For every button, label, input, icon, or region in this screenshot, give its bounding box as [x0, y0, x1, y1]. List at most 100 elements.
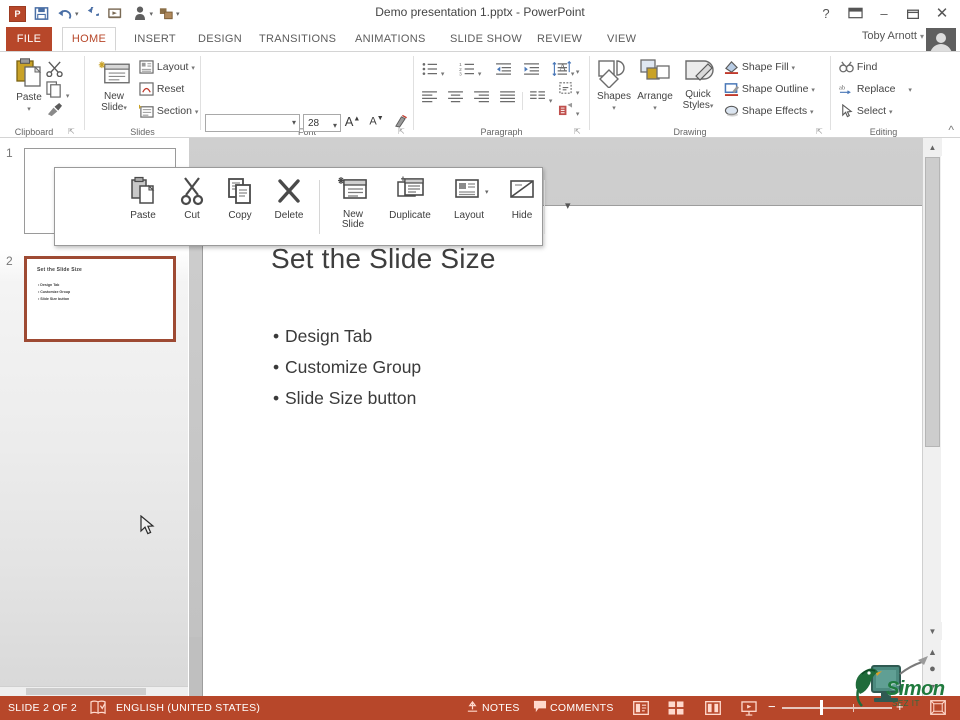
select-button[interactable]: Select ▾	[839, 104, 893, 118]
section-button[interactable]: Section ▾	[139, 104, 198, 118]
spell-check-icon[interactable]	[90, 700, 107, 718]
align-right-button[interactable]	[474, 90, 490, 106]
tab-design[interactable]: DESIGN	[188, 27, 252, 51]
tab-view[interactable]: VIEW	[597, 27, 646, 51]
normal-view-button[interactable]	[628, 700, 654, 716]
tab-animations[interactable]: ANIMATIONS	[345, 27, 436, 51]
slide-counter[interactable]: SLIDE 2 OF 2	[8, 702, 77, 714]
text-direction-button[interactable]: A ▾	[558, 60, 579, 77]
section-caret-icon[interactable]: ▾	[195, 109, 199, 116]
shape-effects-button[interactable]: Shape Effects ▾	[724, 104, 814, 118]
context-new-slide-button[interactable]: New Slide	[323, 176, 383, 230]
bullets-button[interactable]: ▾	[422, 62, 444, 79]
context-layout-caret-icon[interactable]: ▾	[485, 188, 489, 196]
notes-icon[interactable]	[466, 700, 479, 717]
bullets-caret-icon[interactable]: ▾	[441, 71, 445, 78]
close-button[interactable]: ✕	[928, 3, 956, 23]
slide-canvas[interactable]: Set the Slide Size • Design Tab • Customiz…	[202, 205, 940, 720]
thumbnail-slide-2[interactable]: 2 Set the Slide Size • Design Tab • Cust…	[6, 254, 176, 342]
font-size-input[interactable]: 28 ▾	[303, 114, 341, 132]
scroll-up-arrow-icon[interactable]: ▲	[923, 138, 942, 156]
account-name[interactable]: Toby Arnott ▾	[862, 30, 924, 42]
notes-button[interactable]: NOTES	[482, 702, 520, 714]
language-indicator[interactable]: ENGLISH (UNITED STATES)	[116, 702, 260, 714]
columns-caret-icon[interactable]: ▾	[549, 98, 553, 105]
text-direction-caret-icon[interactable]: ▾	[576, 69, 580, 76]
shape-fill-caret-icon[interactable]: ▾	[792, 65, 796, 72]
thumbnail-hscroll-thumb[interactable]	[26, 688, 146, 695]
align-left-button[interactable]	[422, 90, 438, 106]
comments-icon[interactable]	[533, 700, 547, 716]
layout-caret-icon[interactable]: ▾	[191, 65, 195, 72]
zoom-slider-handle[interactable]	[820, 700, 823, 715]
scroll-down-arrow-icon[interactable]: ▼	[923, 622, 942, 640]
context-layout-button[interactable]: Layout ▾	[439, 176, 499, 221]
slide-sorter-view-button[interactable]	[663, 700, 689, 716]
columns-button[interactable]: ▾	[530, 90, 552, 106]
zoom-out-button[interactable]: −	[768, 699, 776, 714]
help-button[interactable]: ?	[812, 3, 840, 23]
slide-context-toolbar[interactable]: Paste Cut Copy Delete New Slide Duplicat…	[54, 167, 571, 246]
shapes-button[interactable]: Shapes ▾	[594, 58, 634, 113]
align-center-button[interactable]	[448, 90, 464, 106]
smartart-caret-icon[interactable]: ▾	[576, 111, 580, 118]
slide-pane-vscrollbar[interactable]: ▲ ▼ ▲ ● ▼	[922, 138, 942, 696]
reset-button[interactable]: Reset	[139, 82, 184, 96]
replace-caret-icon[interactable]: ▾	[908, 87, 912, 94]
collapse-ribbon-button[interactable]: ^	[948, 123, 954, 137]
quick-styles-button[interactable]: Quick Styles▾	[678, 58, 718, 112]
increase-indent-button[interactable]	[524, 62, 540, 79]
slide-title-placeholder[interactable]: Set the Slide Size	[271, 243, 496, 275]
shape-effects-caret-icon[interactable]: ▾	[810, 109, 814, 116]
context-hide-button[interactable]: Hide	[492, 176, 552, 221]
decrease-indent-button[interactable]	[496, 62, 512, 79]
ribbon-display-options-button[interactable]	[841, 3, 869, 23]
format-painter-button[interactable]	[46, 102, 63, 120]
cut-button[interactable]	[46, 61, 63, 80]
select-caret-icon[interactable]: ▾	[889, 109, 893, 116]
numbering-caret-icon[interactable]: ▾	[478, 71, 482, 78]
arrange-button[interactable]: Arrange ▾	[634, 58, 676, 113]
thumbnail-pane-hscrollbar[interactable]	[0, 686, 188, 696]
shape-outline-button[interactable]: Shape Outline ▾	[724, 82, 815, 96]
context-toolbar-overflow-caret-icon[interactable]: ▾	[565, 199, 571, 212]
arrange-caret-icon[interactable]: ▾	[653, 105, 657, 112]
justify-button[interactable]	[500, 90, 516, 106]
paste-dropdown-caret[interactable]: ▾	[27, 106, 31, 113]
font-size-caret-icon[interactable]: ▾	[333, 117, 337, 134]
new-slide-caret-icon[interactable]: ▾	[123, 105, 127, 112]
convert-to-smartart-button[interactable]: ▾	[558, 102, 579, 119]
minimize-button[interactable]: –	[870, 3, 898, 23]
replace-button[interactable]: ab Replace ▾	[839, 82, 912, 96]
align-text-caret-icon[interactable]: ▾	[576, 90, 580, 97]
copy-button[interactable]: ▾	[46, 81, 69, 101]
drawing-dialog-launcher[interactable]: ⇱	[816, 127, 823, 136]
numbering-button[interactable]: 123 ▾	[459, 62, 481, 79]
clipboard-dialog-launcher[interactable]: ⇱	[68, 127, 75, 136]
shapes-caret-icon[interactable]: ▾	[612, 105, 616, 112]
decrease-font-size-button[interactable]: A▼	[368, 115, 385, 128]
copy-dropdown-caret[interactable]: ▾	[66, 93, 70, 100]
new-slide-button[interactable]: New Slide▾	[91, 60, 137, 114]
context-duplicate-button[interactable]: Duplicate	[380, 176, 440, 221]
restore-button[interactable]	[899, 3, 927, 23]
increase-font-size-button[interactable]: A▲	[344, 114, 361, 129]
font-name-input[interactable]: ▾	[205, 114, 300, 132]
clear-formatting-button[interactable]	[392, 114, 409, 132]
reading-view-button[interactable]	[700, 700, 726, 716]
slide-show-button[interactable]	[736, 700, 762, 716]
quick-styles-caret-icon[interactable]: ▾	[710, 103, 714, 110]
tab-file[interactable]: FILE	[6, 27, 52, 51]
align-text-button[interactable]: ▾	[558, 81, 579, 98]
tab-insert[interactable]: INSERT	[124, 27, 186, 51]
shape-fill-button[interactable]: Shape Fill ▾	[724, 60, 795, 74]
tab-slide-show[interactable]: SLIDE SHOW	[440, 27, 532, 51]
tab-home[interactable]: HOME	[62, 27, 116, 51]
find-button[interactable]: Find	[839, 60, 877, 74]
vscroll-thumb[interactable]	[925, 157, 940, 447]
layout-button[interactable]: Layout ▾	[139, 60, 195, 74]
tab-transitions[interactable]: TRANSITIONS	[249, 27, 346, 51]
font-name-caret-icon[interactable]: ▾	[292, 118, 296, 127]
tab-review[interactable]: REVIEW	[527, 27, 592, 51]
context-delete-button[interactable]: Delete	[259, 176, 319, 221]
